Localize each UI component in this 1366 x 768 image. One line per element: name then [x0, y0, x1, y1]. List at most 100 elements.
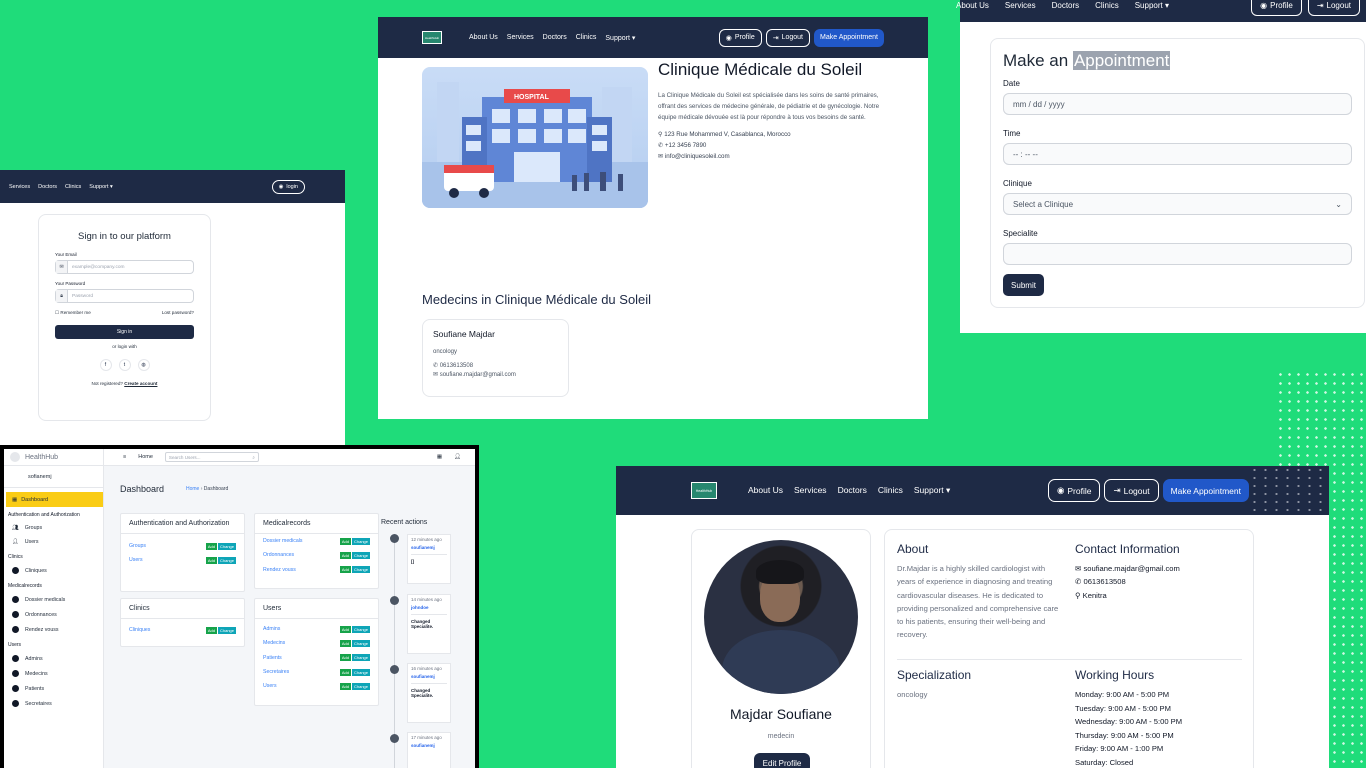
nav-doctors[interactable]: Doctors — [838, 485, 867, 496]
table-row: Secretaires Add Change — [263, 668, 370, 676]
signin-button[interactable]: Sign in — [55, 325, 194, 339]
decorative-stars — [1249, 466, 1329, 515]
make-appointment-button[interactable]: Make Appointment — [814, 28, 884, 47]
remember-me-checkbox[interactable]: ☐ Remember me — [55, 310, 91, 316]
submit-button[interactable]: Submit — [1003, 274, 1044, 296]
nav-services[interactable]: Services — [1005, 1, 1036, 10]
lost-password-link[interactable]: Lost password? — [162, 310, 194, 316]
logout-button[interactable]: ⇥ Logout — [1307, 0, 1360, 16]
edit-profile-button[interactable]: Edit Profile — [754, 753, 810, 768]
sidebar-item-dossier[interactable]: Dossier medicals — [4, 592, 103, 607]
sidebar-item-secretaires[interactable]: Secretaires — [4, 696, 103, 711]
nav-clinics[interactable]: Clinics — [1095, 1, 1119, 10]
sidebar: HealthHub sofianemj ▦ Dashboard Authentic… — [4, 449, 104, 768]
sidebar-item-rendez[interactable]: Rendez vouss — [4, 622, 103, 637]
clinique-select[interactable]: Select a Clinique ⌄ — [1003, 193, 1352, 215]
sidebar-item-groups[interactable]: 👥︎ Groups — [4, 521, 103, 535]
chevron-down-icon: ⌄ — [1335, 199, 1342, 209]
healthhub-logo[interactable]: HealthHub — [422, 31, 442, 44]
clinic-email[interactable]: info@cliniquesoleil.com — [665, 153, 730, 160]
about-text: Dr.Majdar is a highly skilled cardiologi… — [897, 564, 1059, 640]
time-input[interactable]: -- : -- -- — [1003, 143, 1352, 165]
table-row: Medecins Add Change — [263, 639, 370, 647]
github-icon[interactable]: ◍ — [137, 359, 150, 371]
nav-clinics[interactable]: Clinics — [576, 34, 597, 42]
recent-action-item[interactable]: 12 minutes ago soufianemj [] — [407, 534, 451, 584]
nav-doctors[interactable]: Doctors — [1052, 1, 1080, 10]
hours-tuesday: Tuesday: 9:00 AM - 5:00 PM — [1075, 703, 1171, 713]
medecin-card[interactable]: Soufiane Majdar oncology ✆ 0613613508 ✉ … — [422, 319, 569, 397]
profile-button[interactable]: ◉ Profile — [1047, 479, 1101, 502]
sidebar-item-cliniques[interactable]: Cliniques — [4, 563, 103, 578]
hospital-sign-text: HOSPITAL — [514, 94, 550, 101]
users-icon: 👥︎ — [12, 525, 19, 531]
recent-action-item[interactable]: 16 minutes ago soufianemj Changed Specia… — [407, 663, 451, 723]
navbar: About Us Services Doctors Clinics Suppor… — [956, 0, 1366, 22]
nav-services[interactable]: Services — [507, 34, 534, 42]
table-row: Dossier medicals Add Change — [263, 537, 370, 545]
sidebar-user[interactable]: sofianemj — [4, 466, 103, 488]
clinics-box: Clinics Cliniques Add Change — [120, 598, 245, 647]
table-row: Users Add Change — [129, 556, 236, 564]
nav-support[interactable]: Support ▾ — [605, 34, 635, 42]
nav-links: About Us Services Doctors Clinics Suppor… — [469, 34, 635, 42]
table-row: Admins Add Change — [263, 625, 370, 633]
nav-about-us[interactable]: About Us — [469, 34, 498, 42]
nav-support[interactable]: Support ▾ — [89, 184, 113, 190]
user-icon[interactable]: 👤︎ — [454, 454, 461, 460]
nav-about-us[interactable]: About Us — [956, 1, 989, 10]
home-link[interactable]: Home — [138, 454, 153, 460]
logout-button[interactable]: ⇥ Logout — [1104, 479, 1159, 502]
password-field[interactable]: 🔒︎ Password — [55, 289, 194, 303]
sidebar-item-users[interactable]: 👤︎ Users — [4, 535, 103, 549]
phone-icon: ✆ — [433, 363, 440, 369]
contact-title: Contact Information — [1075, 542, 1180, 556]
nav-doctors[interactable]: Doctors — [543, 34, 567, 42]
profile-button[interactable]: ◉ Profile — [718, 28, 762, 47]
form-title: Make an Appointment — [1003, 51, 1171, 70]
medecin-specialty: oncology — [433, 349, 458, 355]
nav-clinics[interactable]: Clinics — [878, 485, 903, 496]
appointment-panel: About Us Services Doctors Clinics Suppor… — [956, 0, 1366, 333]
time-label: Time — [1003, 129, 1021, 138]
clinic-title: Clinique Médicale du Soleil — [658, 60, 863, 79]
sidebar-item-admins[interactable]: Admins — [4, 651, 103, 666]
working-hours-title: Working Hours — [1075, 668, 1155, 682]
circle-icon — [12, 700, 19, 707]
logout-icon: ⇥ — [772, 34, 779, 42]
healthhub-logo[interactable]: HealthHub — [691, 482, 717, 499]
create-account-link[interactable]: Create account — [124, 381, 157, 386]
nav-services[interactable]: Services — [794, 485, 827, 496]
admin-brand[interactable]: HealthHub — [4, 449, 103, 466]
email-field[interactable]: ✉ example@company.com — [55, 260, 194, 274]
search-input[interactable]: Search Users... ⌕ — [164, 452, 259, 462]
nav-services[interactable]: Services — [9, 184, 30, 190]
circle-icon — [12, 655, 19, 662]
sidebar-item-patients[interactable]: Patients — [4, 681, 103, 696]
specialite-input[interactable] — [1003, 243, 1352, 265]
sidebar-section: Medicalrecords — [8, 583, 42, 589]
nav-support[interactable]: Support ▾ — [914, 485, 950, 496]
sidebar-item-ordonnances[interactable]: Ordonnances — [4, 607, 103, 622]
sidebar-item-dashboard[interactable]: ▦ Dashboard — [6, 492, 103, 507]
search-icon[interactable]: ⌕ — [252, 455, 255, 460]
facebook-icon[interactable]: f — [99, 359, 112, 371]
grid-icon[interactable]: ▦ — [437, 454, 442, 460]
nav-doctors[interactable]: Doctors — [38, 184, 57, 190]
recent-action-item[interactable]: 17 minutes ago soufianemj — [407, 732, 451, 768]
twitter-icon[interactable]: t — [118, 359, 131, 371]
date-input[interactable]: mm / dd / yyyy — [1003, 93, 1352, 115]
hamburger-icon[interactable]: ≡ — [123, 454, 126, 460]
medicalrecords-box: Medicalrecords Dossier medicals Add Change… — [254, 513, 379, 589]
profile-button[interactable]: ◉ Profile — [1251, 0, 1302, 16]
logout-button[interactable]: ⇥ Logout — [765, 28, 811, 47]
nav-clinics[interactable]: Clinics — [65, 184, 81, 190]
recent-action-item[interactable]: 14 minutes ago johndoe Changed Specialit… — [407, 594, 451, 654]
nav-about-us[interactable]: About Us — [748, 485, 783, 496]
password-label: Your Password — [55, 281, 86, 286]
clinique-label: Clinique — [1003, 179, 1032, 188]
make-appointment-button[interactable]: Make Appointment — [1162, 479, 1249, 502]
login-button[interactable]: ◉ login — [271, 179, 305, 194]
sidebar-item-medecins[interactable]: Medecins — [4, 666, 103, 681]
nav-support[interactable]: Support ▾ — [1135, 1, 1169, 10]
